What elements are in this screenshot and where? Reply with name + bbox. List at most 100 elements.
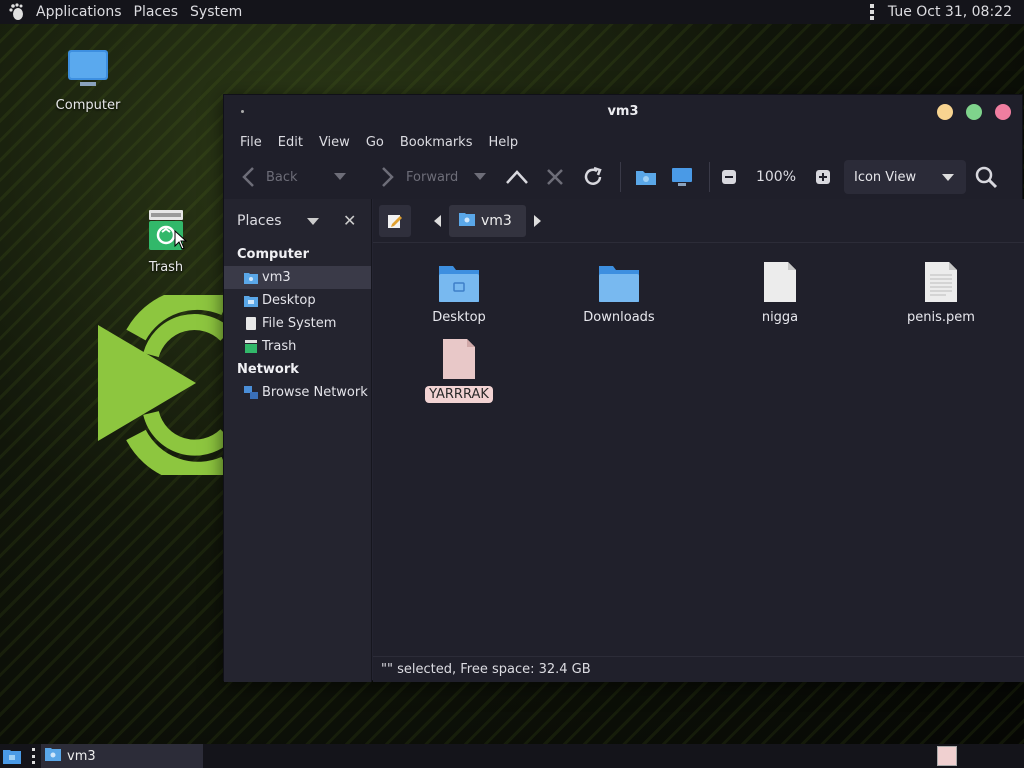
sidebar-item-vm3[interactable]: vm3 xyxy=(224,266,371,289)
chevron-down-icon xyxy=(334,173,346,180)
system-menu[interactable]: System xyxy=(184,0,248,24)
folder-icon xyxy=(439,266,479,302)
file-item-nigga[interactable]: nigga xyxy=(725,257,835,326)
zoom-level: 100% xyxy=(755,169,797,185)
desktop-icon-label: Trash xyxy=(148,260,184,275)
title-bar[interactable]: vm3 xyxy=(224,95,1022,129)
maximize-button[interactable] xyxy=(966,104,982,120)
minimize-button[interactable] xyxy=(937,104,953,120)
zoom-in-icon xyxy=(816,170,830,184)
taskbar-button-vm3[interactable]: vm3 xyxy=(41,744,203,768)
back-button[interactable]: Back xyxy=(234,161,334,193)
menu-help[interactable]: Help xyxy=(480,135,526,150)
monitor-icon xyxy=(672,168,692,186)
drive-icon xyxy=(244,317,258,331)
desktop-icon-label: Computer xyxy=(55,98,121,113)
panel-handle-icon[interactable] xyxy=(32,748,35,764)
menu-edit[interactable]: Edit xyxy=(270,135,311,150)
home-folder-icon xyxy=(244,271,258,285)
up-button[interactable] xyxy=(498,161,536,193)
home-folder-icon xyxy=(459,212,475,230)
toolbar: Back Forward 100% Icon View xyxy=(224,155,1022,199)
forward-history-dropdown[interactable] xyxy=(474,161,498,193)
applications-menu[interactable]: Applications xyxy=(30,0,128,24)
bottom-panel: vm3 xyxy=(0,744,1024,768)
file-item-yarrrak[interactable]: YARRRAK xyxy=(404,334,514,403)
trash-icon xyxy=(244,340,258,354)
search-button[interactable] xyxy=(966,161,1006,193)
sidebar-item-trash[interactable]: Trash xyxy=(224,335,371,358)
stop-button[interactable] xyxy=(536,161,574,193)
folder-icon xyxy=(599,266,639,302)
zoom-in-button[interactable] xyxy=(812,161,834,193)
menu-view[interactable]: View xyxy=(311,135,358,150)
file-icon xyxy=(443,339,475,379)
chevron-left-icon xyxy=(434,214,441,227)
computer-button[interactable] xyxy=(663,161,701,193)
workspace-switcher[interactable] xyxy=(937,746,957,766)
up-arrow-icon xyxy=(506,170,528,184)
reload-button[interactable] xyxy=(574,161,612,193)
file-item-penis-pem[interactable]: penis.pem xyxy=(886,257,996,326)
desktop-folder-icon xyxy=(244,294,258,308)
search-icon xyxy=(975,166,998,189)
chevron-down-icon xyxy=(474,173,486,180)
sidebar-section-computer: Computer xyxy=(237,247,310,262)
reload-icon xyxy=(584,166,602,185)
back-history-dropdown[interactable] xyxy=(334,161,354,193)
sidebar-header[interactable]: Places ✕ xyxy=(224,199,371,243)
sidebar-section-network: Network xyxy=(237,362,299,377)
file-manager-window: vm3 File Edit View Go Bookmarks Help Bac… xyxy=(223,94,1024,682)
home-folder-icon xyxy=(45,747,61,765)
edit-pencil-icon xyxy=(388,214,402,228)
gnome-foot-icon[interactable] xyxy=(6,1,28,23)
chevron-down-icon[interactable] xyxy=(307,218,319,225)
linux-mint-logo xyxy=(98,295,226,475)
file-item-desktop[interactable]: Desktop xyxy=(404,257,514,326)
show-desktop-button[interactable] xyxy=(0,744,24,768)
places-menu[interactable]: Places xyxy=(128,0,185,24)
sidebar-item-desktop[interactable]: Desktop xyxy=(224,289,371,312)
sidebar-item-browse-network[interactable]: Browse Network xyxy=(224,381,371,404)
zoom-out-button[interactable] xyxy=(718,161,740,193)
home-folder-icon xyxy=(636,171,656,185)
panel-handle-icon[interactable] xyxy=(869,4,874,20)
breadcrumb-vm3[interactable]: vm3 xyxy=(449,204,526,237)
back-arrow-icon xyxy=(242,167,254,187)
top-panel: Applications Places System Tue Oct 31, 0… xyxy=(0,0,1024,24)
desktop-icon-computer[interactable]: Computer xyxy=(48,48,128,113)
content-pane: vm3 Desktop Downloads nigga penis.pem YA… xyxy=(373,199,1024,682)
path-scroll-right-button[interactable] xyxy=(526,205,548,237)
menu-bar: File Edit View Go Bookmarks Help xyxy=(224,129,1022,155)
text-file-icon xyxy=(925,262,957,302)
show-desktop-icon xyxy=(3,750,21,764)
places-sidebar: Places ✕ Computer vm3 Desktop File Syste… xyxy=(224,199,372,682)
chevron-right-icon xyxy=(533,214,541,227)
stop-x-icon xyxy=(547,169,563,185)
desktop-icon-trash[interactable]: Trash xyxy=(126,208,206,275)
status-bar: "" selected, Free space: 32.4 GB xyxy=(373,656,1024,682)
close-sidebar-icon[interactable]: ✕ xyxy=(343,211,356,230)
chevron-down-icon xyxy=(942,174,954,181)
menu-bookmarks[interactable]: Bookmarks xyxy=(392,135,481,150)
window-title: vm3 xyxy=(607,104,639,119)
path-scroll-left-button[interactable] xyxy=(427,205,449,237)
menu-file[interactable]: File xyxy=(232,135,270,150)
forward-arrow-icon xyxy=(382,167,394,187)
menu-go[interactable]: Go xyxy=(358,135,392,150)
home-button[interactable] xyxy=(629,161,663,193)
file-icon xyxy=(764,262,796,302)
sidebar-item-file-system[interactable]: File System xyxy=(224,312,371,335)
zoom-out-icon xyxy=(722,170,736,184)
monitor-icon xyxy=(68,50,108,86)
file-grid: Desktop Downloads nigga penis.pem YARRRA… xyxy=(373,243,1024,635)
mouse-cursor-icon xyxy=(174,230,188,250)
path-bar: vm3 xyxy=(373,199,1024,243)
file-item-downloads[interactable]: Downloads xyxy=(564,257,674,326)
network-icon xyxy=(244,386,258,400)
toggle-location-entry-button[interactable] xyxy=(379,204,411,237)
forward-button[interactable]: Forward xyxy=(364,161,474,193)
close-button[interactable] xyxy=(995,104,1011,120)
clock[interactable]: Tue Oct 31, 08:22 xyxy=(888,4,1024,20)
view-mode-select[interactable]: Icon View xyxy=(844,160,966,194)
